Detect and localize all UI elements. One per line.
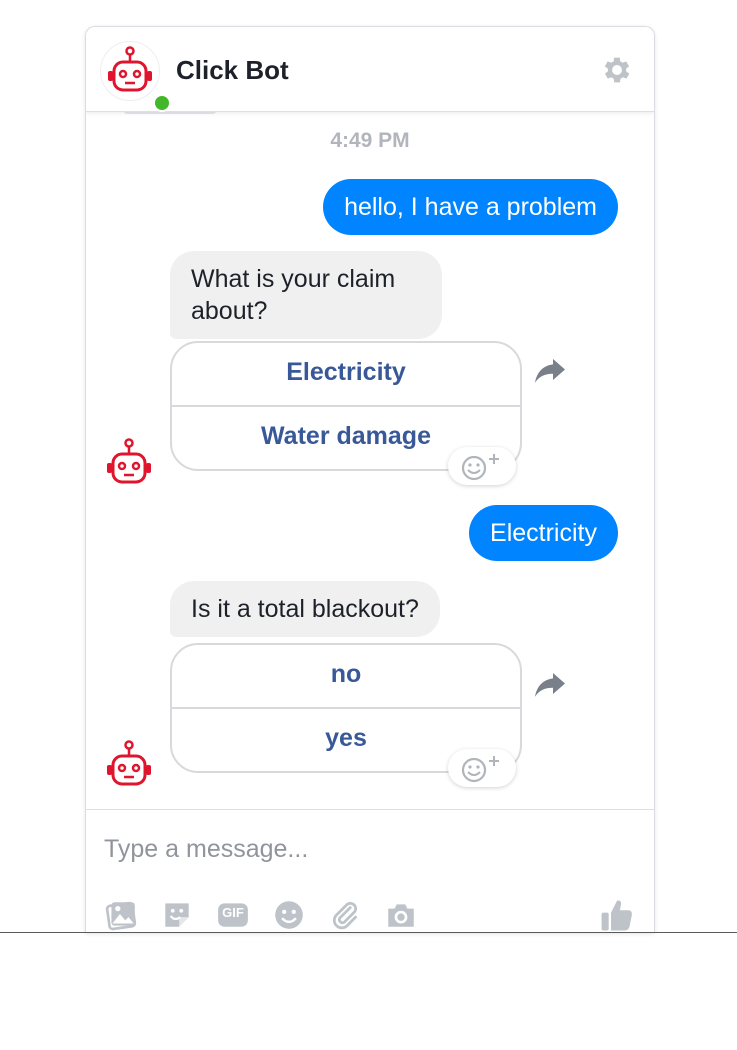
- photo-icon[interactable]: [104, 898, 138, 932]
- quick-replies: no yes: [170, 643, 522, 787]
- bot-avatar: [100, 433, 158, 491]
- bot-avatar: [100, 735, 158, 793]
- chat-title: Click Bot: [176, 55, 289, 85]
- quick-replies: Electricity Water damage: [170, 341, 522, 485]
- gif-label: GIF: [222, 905, 244, 920]
- chat-window: Click Bot 4:49 PM hello, I have a proble…: [85, 26, 655, 933]
- camera-icon[interactable]: [384, 898, 418, 932]
- smiley-plus-icon: [461, 756, 499, 783]
- gif-button[interactable]: GIF: [216, 898, 250, 932]
- attachment-icon[interactable]: [328, 898, 362, 932]
- thumbs-up-icon[interactable]: [598, 896, 636, 933]
- bot-message[interactable]: What is your claim about?: [170, 251, 442, 339]
- emoji-icon[interactable]: [272, 898, 306, 932]
- user-message[interactable]: Electricity: [469, 505, 618, 561]
- bot-avatar[interactable]: [100, 41, 171, 112]
- chat-header: Click Bot: [86, 27, 654, 112]
- share-icon[interactable]: [532, 667, 568, 703]
- smiley-plus-icon: [461, 454, 499, 481]
- bottom-divider: [0, 932, 737, 933]
- user-message[interactable]: hello, I have a problem: [323, 179, 618, 235]
- robot-icon: [107, 740, 151, 786]
- share-icon[interactable]: [532, 353, 568, 389]
- sticker-icon[interactable]: [160, 898, 194, 932]
- robot-icon: [108, 46, 152, 92]
- add-reaction-button[interactable]: [448, 749, 516, 787]
- page: Click Bot 4:49 PM hello, I have a proble…: [0, 0, 737, 1050]
- message-composer: GIF: [86, 809, 654, 933]
- add-reaction-button[interactable]: [448, 447, 516, 485]
- gear-icon[interactable]: [600, 53, 634, 87]
- bot-message[interactable]: Is it a total blackout?: [170, 581, 440, 637]
- message-input[interactable]: [102, 828, 606, 870]
- quick-reply-button[interactable]: no: [172, 645, 520, 707]
- online-status-dot: [153, 94, 171, 112]
- quick-reply-button[interactable]: Electricity: [172, 343, 520, 405]
- robot-icon: [107, 438, 151, 484]
- message-timestamp: 4:49 PM: [330, 129, 410, 152]
